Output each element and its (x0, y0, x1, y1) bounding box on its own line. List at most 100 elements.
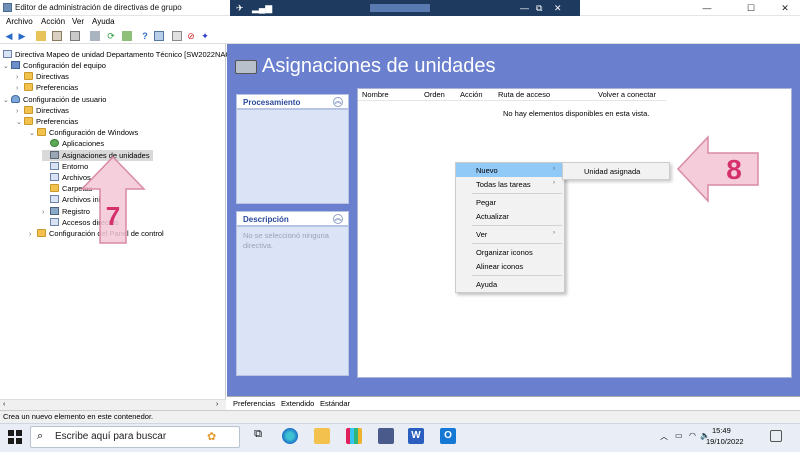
folder-icon (24, 83, 33, 91)
applications-icon (50, 139, 59, 147)
tree-item-root[interactable]: Directiva Mapeo de unidad Departamento T… (3, 49, 231, 60)
tree-item-user-preferences[interactable]: ⌄ Preferencias (16, 116, 78, 127)
menu-archivo[interactable]: Archivo (6, 17, 33, 26)
rdp-close-button[interactable]: ✕ (554, 2, 562, 14)
menu-item-align-icons[interactable]: Alinear iconos (476, 262, 523, 271)
remote-desktop-icon[interactable] (378, 428, 394, 444)
collapse-up-icon[interactable]: ︽ (333, 97, 343, 107)
properties-icon[interactable] (70, 31, 80, 41)
forward-arrow-icon[interactable]: ▶ (17, 31, 27, 41)
slack-icon[interactable] (346, 428, 362, 444)
callout-8-number: 8 (726, 154, 742, 185)
minimize-button[interactable]: — (694, 1, 720, 15)
description-panel-header[interactable]: Descripción ︽ (236, 211, 349, 226)
edge-icon[interactable] (282, 428, 298, 444)
menu-item-help[interactable]: Ayuda (476, 280, 497, 289)
menu-item-all-tasks[interactable]: Todas las tareas (476, 180, 531, 189)
taskbar-time[interactable]: 15:49 (712, 426, 731, 435)
description-text: No se seleccionó ninguna directiva. (243, 231, 329, 250)
tab-preferencias[interactable]: Preferencias (233, 399, 275, 408)
toolbar: ◀ ▶ ⟳ ? ⊘ ✦ (0, 28, 800, 44)
menu-accion[interactable]: Acción (41, 17, 65, 26)
chevron-down-icon[interactable]: ⌄ (29, 128, 37, 139)
windows-start-icon[interactable] (8, 430, 22, 444)
collapse-up-icon[interactable]: ︽ (333, 214, 343, 224)
column-header-name[interactable]: Nombre (362, 90, 389, 99)
chevron-down-icon[interactable]: ⌄ (3, 61, 11, 72)
help-topics-icon[interactable] (154, 31, 164, 41)
file-explorer-icon[interactable] (314, 428, 330, 444)
tree-item-computer-preferences[interactable]: › Preferencias (16, 82, 78, 93)
scroll-left-icon[interactable]: ‹ (3, 401, 5, 408)
export-list-icon[interactable] (122, 31, 132, 41)
menu-item-view[interactable]: Ver (476, 230, 487, 239)
menu-item-mapped-drive[interactable]: Unidad asignada (584, 167, 640, 176)
drive-maps-header-icon (235, 60, 257, 74)
column-header-reconnect[interactable]: Volver a conectar (598, 90, 656, 99)
back-arrow-icon[interactable]: ◀ (4, 31, 14, 41)
folder-icon (24, 72, 33, 80)
menu-item-arrange-icons[interactable]: Organizar iconos (476, 248, 533, 257)
document-icon[interactable] (172, 31, 182, 41)
notifications-icon[interactable] (770, 430, 782, 442)
folder-icon (50, 184, 59, 192)
word-icon[interactable]: W (408, 428, 424, 444)
tab-extendido[interactable]: Extendido (281, 399, 314, 408)
star-icon[interactable]: ✦ (200, 31, 210, 41)
tree-item-user-config[interactable]: ⌄ Configuración de usuario (3, 94, 106, 105)
rdp-restore-button[interactable]: ⧉ (536, 2, 542, 14)
callout-step-8: 8 (676, 135, 759, 203)
task-view-icon[interactable]: ⧉ (250, 428, 266, 444)
search-highlight-icon: ✿ (207, 431, 217, 443)
outlook-icon[interactable]: O (440, 428, 456, 444)
items-list-view[interactable] (357, 88, 792, 378)
remote-host-name (370, 4, 430, 12)
taskbar-date[interactable]: 19/10/2022 (706, 437, 744, 446)
print-icon[interactable] (90, 31, 100, 41)
column-header-action[interactable]: Acción (460, 90, 483, 99)
tab-estandar[interactable]: Estándar (320, 399, 350, 408)
menu-item-paste[interactable]: Pegar (476, 198, 496, 207)
scroll-right-icon[interactable]: › (216, 401, 218, 408)
menu-bar: Archivo Acción Ver Ayuda (0, 16, 800, 28)
tree-item-computer-policies[interactable]: › Directivas (16, 71, 69, 82)
up-folder-icon[interactable] (36, 31, 46, 41)
wifi-icon[interactable]: ◠ (689, 431, 696, 440)
folder-icon (24, 117, 33, 125)
network-icon[interactable]: ▭ (675, 431, 683, 440)
refresh-icon[interactable]: ⟳ (106, 31, 116, 41)
description-title: Descripción (243, 215, 289, 224)
maximize-button[interactable]: ☐ (738, 1, 764, 15)
signal-icon: ▂▄▆ (252, 3, 273, 13)
window-title: Editor de administración de directivas d… (15, 3, 182, 12)
processing-panel-header[interactable]: Procesamiento ︽ (236, 94, 349, 109)
menu-ayuda[interactable]: Ayuda (92, 17, 115, 26)
shortcut-icon (50, 218, 59, 226)
tree-horizontal-scrollbar[interactable]: ‹ › (0, 399, 226, 410)
chevron-down-icon[interactable]: ⌄ (16, 117, 24, 128)
stop-icon[interactable]: ⊘ (186, 31, 196, 41)
search-placeholder: Escribe aquí para buscar (55, 431, 167, 442)
chevron-right-icon[interactable]: › (16, 83, 24, 94)
callout-7-number: 7 (106, 201, 120, 231)
menu-item-refresh[interactable]: Actualizar (476, 212, 509, 221)
tree-item-user-policies[interactable]: › Directivas (16, 105, 69, 116)
menu-ver[interactable]: Ver (72, 17, 84, 26)
column-header-order[interactable]: Orden (424, 90, 445, 99)
computer-icon (11, 61, 20, 69)
registry-icon (50, 207, 59, 215)
close-button[interactable]: ✕ (772, 1, 798, 15)
show-tree-icon[interactable] (52, 31, 62, 41)
menu-item-new[interactable]: Nuevo (476, 166, 498, 175)
pin-icon[interactable]: ✈ (236, 2, 244, 14)
status-text: Crea un nuevo elemento en este contenedo… (3, 412, 154, 421)
rdp-minimize-button[interactable]: — (520, 2, 529, 14)
tree-item-windows-settings[interactable]: ⌄ Configuración de Windows (29, 127, 138, 138)
tray-chevron-up-icon[interactable]: ︿ (660, 431, 668, 442)
help-icon[interactable]: ? (140, 31, 150, 41)
tree-item-computer-config[interactable]: ⌄ Configuración del equipo (3, 60, 106, 71)
chevron-right-icon[interactable]: › (29, 229, 37, 240)
column-header-path[interactable]: Ruta de acceso (498, 90, 550, 99)
tree-item-applications[interactable]: Aplicaciones (42, 138, 104, 149)
chevron-down-icon[interactable]: ⌄ (3, 95, 11, 106)
